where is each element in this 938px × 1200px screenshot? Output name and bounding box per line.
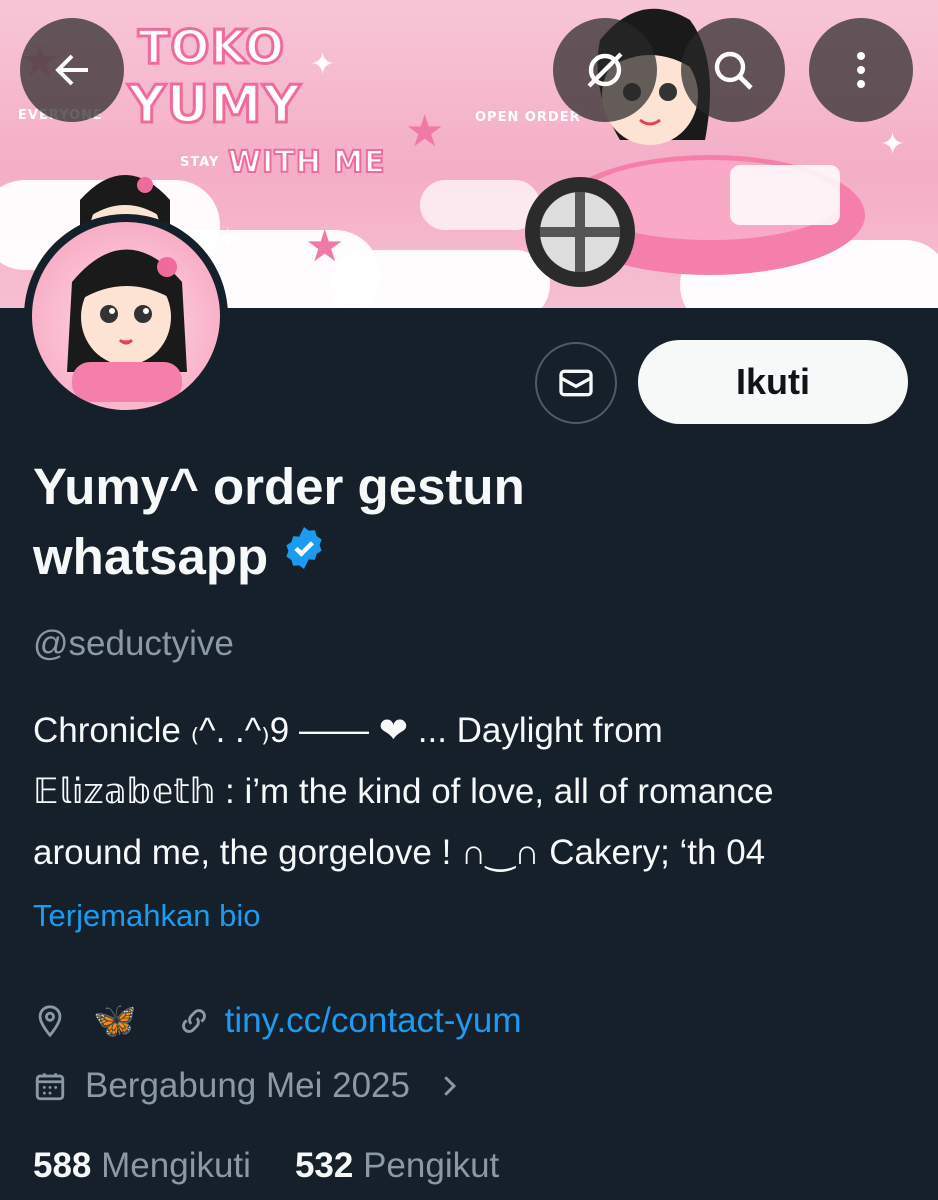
followers-label: Pengikut — [363, 1146, 500, 1185]
following-count: 588 — [33, 1146, 92, 1185]
banner-tag-stay: STAY — [180, 155, 220, 170]
banner-tag-with-me: WITH ME — [227, 144, 386, 181]
sparkle-decoration: ✦ — [310, 48, 336, 81]
star-decoration: ★ — [305, 222, 345, 271]
banner-logo-line2: YUMY — [126, 74, 302, 137]
display-name-line1: Yumy^ order gestun — [33, 458, 525, 515]
display-name: Yumy^ order gestun whatsapp — [33, 452, 733, 596]
more-vertical-icon — [857, 52, 865, 88]
arrow-left-icon — [55, 54, 88, 86]
mute-button[interactable] — [553, 18, 657, 122]
location-website-row: 🦋 tiny.cc/contact-yum — [33, 1000, 522, 1041]
avatar-image — [32, 222, 220, 410]
following-label: Mengikuti — [101, 1146, 251, 1185]
chevron-right-icon — [434, 1071, 464, 1101]
search-button[interactable] — [681, 18, 785, 122]
bio-line: 𝔼𝕝𝕚𝕫𝕒𝕓𝕖𝕥𝕙 : i’m the kind of love, all of… — [33, 772, 774, 811]
banner-logo-line1: TOKO — [136, 19, 286, 76]
followers-count: 532 — [294, 1146, 354, 1185]
display-name-line2: whatsapp — [33, 528, 269, 585]
sparkle-decoration: ✦ — [880, 128, 906, 161]
star-decoration: ★ — [405, 107, 445, 156]
link-icon — [177, 1004, 211, 1038]
website-link[interactable]: tiny.cc/contact-yum — [225, 1001, 522, 1041]
follow-stats: 588 Mengikuti 532 Pengikut — [33, 1146, 499, 1186]
followers-stat[interactable]: 532 Pengikut — [295, 1146, 499, 1186]
envelope-icon — [559, 369, 593, 397]
location-text: 🦋 — [93, 1001, 137, 1040]
more-options-button[interactable] — [809, 18, 913, 122]
follow-button[interactable]: Ikuti — [638, 340, 908, 424]
location-pin-icon — [33, 1004, 67, 1038]
verified-badge-icon[interactable] — [280, 520, 328, 590]
calendar-icon — [33, 1069, 67, 1103]
profile-avatar[interactable] — [24, 214, 228, 418]
joined-row[interactable]: Bergabung Mei 2025 — [33, 1066, 464, 1106]
joined-text: Bergabung Mei 2025 — [85, 1066, 410, 1105]
following-stat[interactable]: 588 Mengikuti — [33, 1146, 251, 1186]
bio-line: around me, the gorgelove ! ∩‿∩ Cakery; ‘… — [33, 833, 766, 872]
profile-bio: Chronicle ₍^. .^₎9 —— ❤ ... Daylight fro… — [33, 700, 913, 883]
back-button[interactable] — [20, 18, 124, 122]
message-button[interactable] — [535, 342, 617, 424]
bio-line: Chronicle ₍^. .^₎9 —— ❤ ... Daylight fro… — [33, 711, 663, 750]
slashed-bell-icon — [587, 52, 623, 88]
user-handle: @seductyive — [33, 624, 234, 663]
translate-bio-link[interactable]: Terjemahkan bio — [33, 898, 260, 934]
search-icon — [714, 51, 753, 90]
